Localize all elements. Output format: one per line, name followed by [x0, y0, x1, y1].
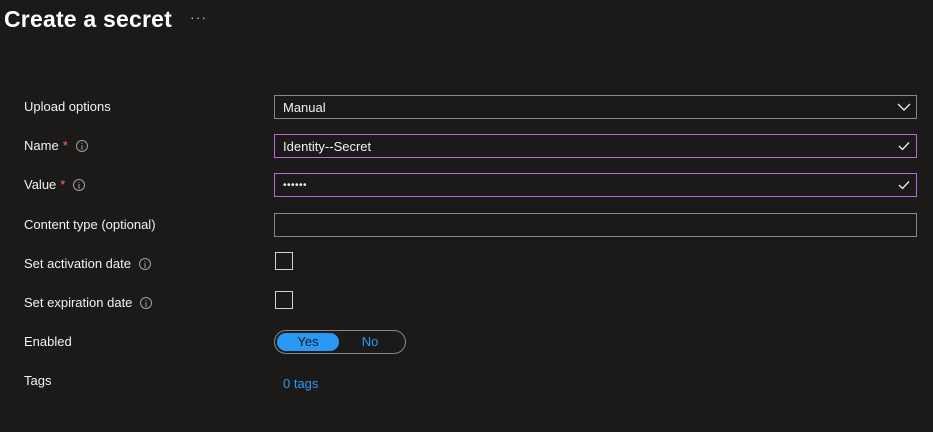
value-input-masked: ••••••	[283, 179, 308, 191]
name-input[interactable]: Identity--Secret	[274, 134, 917, 158]
content-type-label-text: Content type (optional)	[24, 217, 156, 232]
value-row: Value * ••••••	[0, 173, 933, 197]
checkmark-icon	[892, 135, 916, 157]
name-input-value: Identity--Secret	[283, 138, 372, 154]
enabled-toggle[interactable]: Yes No	[274, 330, 406, 354]
info-icon[interactable]	[73, 179, 86, 191]
chevron-down-icon	[892, 96, 916, 118]
value-input[interactable]: ••••••	[274, 173, 917, 197]
tags-label: Tags	[24, 369, 51, 393]
expiration-date-row: Set expiration date	[0, 291, 933, 315]
upload-options-row: Upload options Manual	[0, 95, 933, 119]
name-row: Name * Identity--Secret	[0, 134, 933, 158]
page-title: Create a secret	[4, 6, 172, 32]
name-label-text: Name	[24, 138, 59, 153]
tags-link[interactable]: 0 tags	[283, 372, 318, 396]
checkmark-icon	[892, 174, 916, 196]
enabled-label-text: Enabled	[24, 334, 72, 349]
content-type-label: Content type (optional)	[24, 213, 156, 237]
more-actions-button[interactable]: ···	[190, 9, 207, 25]
info-icon[interactable]	[75, 140, 88, 152]
info-icon[interactable]	[140, 297, 153, 309]
required-marker: *	[60, 177, 66, 192]
expiration-date-label: Set expiration date	[24, 291, 153, 315]
tags-label-text: Tags	[24, 373, 52, 388]
required-marker: *	[62, 138, 68, 153]
activation-date-label: Set activation date	[24, 252, 151, 276]
upload-options-dropdown[interactable]: Manual	[274, 95, 917, 119]
content-type-row: Content type (optional)	[0, 213, 933, 237]
enabled-yes-option[interactable]: Yes	[277, 333, 339, 351]
activation-date-checkbox[interactable]	[275, 252, 293, 270]
value-label: Value *	[24, 173, 86, 197]
upload-options-label-text: Upload options	[24, 99, 111, 114]
enabled-no-option[interactable]: No	[339, 333, 401, 351]
info-icon[interactable]	[138, 258, 151, 270]
enabled-row: Enabled Yes No	[0, 330, 933, 354]
expiration-date-label-text: Set expiration date	[24, 295, 133, 310]
expiration-date-checkbox[interactable]	[275, 291, 293, 309]
tags-row: Tags 0 tags	[0, 369, 933, 393]
upload-options-value: Manual	[283, 99, 326, 115]
enabled-label: Enabled	[24, 330, 72, 354]
name-label: Name *	[24, 134, 88, 158]
activation-date-row: Set activation date	[0, 252, 933, 276]
activation-date-label-text: Set activation date	[24, 256, 131, 271]
value-label-text: Value	[24, 177, 57, 192]
content-type-input[interactable]	[274, 213, 917, 237]
upload-options-label: Upload options	[24, 95, 111, 119]
